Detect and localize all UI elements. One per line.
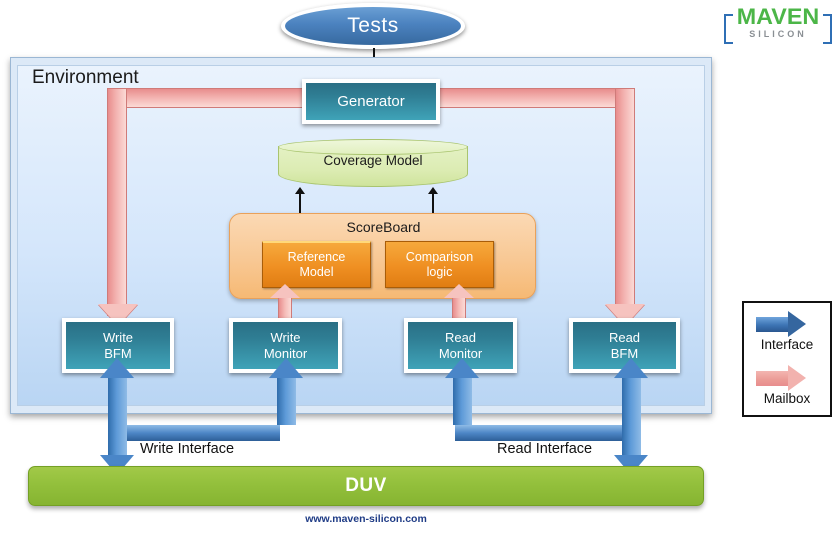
write-monitor-label: Write Monitor	[263, 329, 308, 361]
legend-mailbox-arrow-head	[788, 365, 806, 391]
tests-node: Tests	[281, 3, 465, 49]
write-interface-up-right-shaft	[277, 377, 296, 425]
read-interface-down-shaft	[622, 382, 641, 457]
legend-mailbox-label: Mailbox	[763, 391, 811, 406]
maven-silicon-logo: MAVEN SILICON	[724, 6, 832, 46]
read-interface-up-left-head-icon	[445, 358, 479, 378]
mailbox-arrow-left-vertical	[107, 88, 127, 316]
environment-label: Environment	[32, 67, 139, 88]
legend-interface-arrow-shaft	[756, 317, 790, 332]
logo-brand-text: MAVEN	[736, 4, 820, 29]
coverage-model-node: Coverage Model	[278, 139, 468, 187]
reference-model-label: Reference Model	[287, 250, 346, 279]
write-interface-up-right-head-icon	[269, 358, 303, 378]
reference-model-node: Reference Model	[262, 241, 371, 288]
scoreboard-title: ScoreBoard	[346, 219, 421, 235]
legend-interface-arrow-icon	[756, 311, 806, 337]
read-interface-label: Read Interface	[497, 441, 593, 457]
legend-mailbox-arrow-shaft	[756, 371, 790, 386]
write-bfm-label: Write BFM	[102, 329, 134, 361]
read-bfm-label: Read BFM	[608, 329, 641, 361]
tests-label: Tests	[347, 14, 399, 37]
duv-node: DUV	[28, 466, 704, 506]
logo-sub-text: SILICON	[749, 29, 807, 39]
read-interface-up-left-shaft	[453, 377, 472, 425]
write-monitor-to-scoreboard-arrow-icon	[270, 284, 300, 319]
scoreboard-to-coverage-arrow-right-icon	[428, 187, 438, 215]
write-interface-down-shaft	[108, 382, 127, 457]
comparison-logic-node: Comparison logic	[385, 241, 494, 288]
comparison-logic-label: Comparison logic	[405, 249, 474, 279]
legend-interface-arrow-head	[788, 311, 806, 337]
write-interface-up-left-head-icon	[100, 358, 134, 378]
read-monitor-to-scoreboard-arrow-icon	[444, 284, 474, 319]
generator-node: Generator	[302, 79, 440, 124]
write-interface-label: Write Interface	[140, 441, 235, 457]
diagram-canvas: MAVEN SILICON Tests Environment Generato…	[0, 0, 840, 538]
legend-interface-label: Interface	[760, 337, 814, 352]
read-monitor-label: Read Monitor	[438, 329, 483, 361]
mailbox-arrow-right-vertical	[615, 88, 635, 316]
mailbox-arrow-right-horizontal	[435, 88, 635, 108]
generator-label: Generator	[337, 92, 405, 110]
legend-mailbox-arrow-icon	[756, 365, 806, 391]
mailbox-arrow-left-horizontal	[107, 88, 307, 108]
read-interface-up-right-head-icon	[614, 358, 648, 378]
footer-url: www.maven-silicon.com	[305, 513, 427, 525]
scoreboard-to-coverage-arrow-left-icon	[295, 187, 305, 215]
read-interface-bus	[455, 425, 625, 441]
legend-box: Interface Mailbox	[742, 301, 832, 417]
write-interface-bus	[110, 425, 280, 441]
duv-label: DUV	[345, 475, 387, 496]
coverage-model-label: Coverage Model	[323, 153, 423, 168]
